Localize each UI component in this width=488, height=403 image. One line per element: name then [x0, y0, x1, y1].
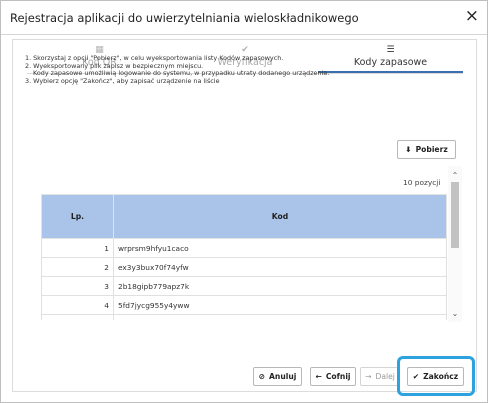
row-number: 5 — [41, 314, 114, 320]
backup-code: 2b18gipb779apz7k — [113, 276, 447, 296]
finish-button[interactable]: ✔ Zakończ — [407, 367, 464, 386]
backup-codes-table-viewport: Lp. Kod 1 wrprsm9hfyu1caco 2 ex3y3bux70f… — [41, 194, 463, 320]
table-row: 4 5fd7jycg955y4yww — [41, 295, 447, 315]
backup-code: wrprsm9hfyu1caco — [113, 238, 447, 258]
download-label: Pobierz — [415, 145, 448, 154]
step-backup-codes[interactable]: ☰ Kody zapasowe — [318, 40, 463, 73]
scrollbar-thumb[interactable] — [451, 182, 459, 248]
close-icon[interactable]: × — [465, 8, 479, 25]
download-button[interactable]: ⬇ Pobierz — [397, 140, 456, 159]
row-number: 2 — [41, 257, 114, 277]
table-row: 5 k9um1wow34t7mbpg — [41, 314, 447, 320]
table-row: 3 2b18gipb779apz7k — [41, 276, 447, 296]
finish-label: Zakończ — [423, 372, 459, 381]
table-header-row: Lp. Kod — [41, 194, 447, 239]
instruction-line-3: 3. Wybierz opcję "Zakończ", aby zapisać … — [25, 76, 220, 85]
row-number: 3 — [41, 276, 114, 296]
backup-code: 5fd7jycg955y4yww — [113, 295, 447, 315]
instructions: 1. Skorzystaj z opcji "Pobierz", w celu … — [25, 54, 329, 85]
cancel-button[interactable]: ⊘ Anuluj — [253, 367, 302, 386]
row-number: 4 — [41, 295, 114, 315]
download-icon: ⬇ — [405, 145, 412, 154]
scroll-up-icon[interactable]: ⌃ — [450, 171, 460, 181]
back-button[interactable]: ← Cofnij — [310, 367, 356, 386]
cancel-label: Anuluj — [269, 372, 297, 381]
list-icon: ☰ — [386, 45, 395, 55]
column-header-lp[interactable]: Lp. — [41, 194, 114, 239]
next-button[interactable]: → Dalej — [360, 367, 400, 386]
table-row: 2 ex3y3bux70f74yfw — [41, 257, 447, 277]
backup-code: ex3y3bux70f74yfw — [113, 257, 447, 277]
cancel-icon: ⊘ — [258, 372, 266, 381]
scroll-down-icon[interactable]: ⌄ — [450, 309, 460, 319]
step-label: Kody zapasowe — [353, 57, 428, 68]
table-row: 1 wrprsm9hfyu1caco — [41, 238, 447, 258]
next-label: Dalej — [375, 372, 395, 381]
backup-code: k9um1wow34t7mbpg — [113, 314, 447, 320]
item-count: 10 pozycji — [403, 178, 441, 187]
back-label: Cofnij — [325, 372, 351, 381]
dialog-title: Rejestracja aplikacji do uwierzytelniani… — [10, 11, 359, 25]
backup-codes-table: Lp. Kod 1 wrprsm9hfyu1caco 2 ex3y3bux70f… — [41, 194, 447, 320]
table-scrollbar[interactable]: ⌃ ⌄ — [448, 166, 462, 322]
arrow-right-icon: → — [365, 372, 372, 381]
arrow-left-icon: ← — [315, 372, 322, 381]
column-header-code[interactable]: Kod — [113, 194, 447, 239]
mfa-registration-dialog: Rejestracja aplikacji do uwierzytelniani… — [0, 0, 488, 403]
dialog-titlebar: Rejestracja aplikacji do uwierzytelniani… — [1, 1, 487, 35]
check-icon: ✔ — [412, 372, 420, 381]
row-number: 1 — [41, 238, 114, 258]
